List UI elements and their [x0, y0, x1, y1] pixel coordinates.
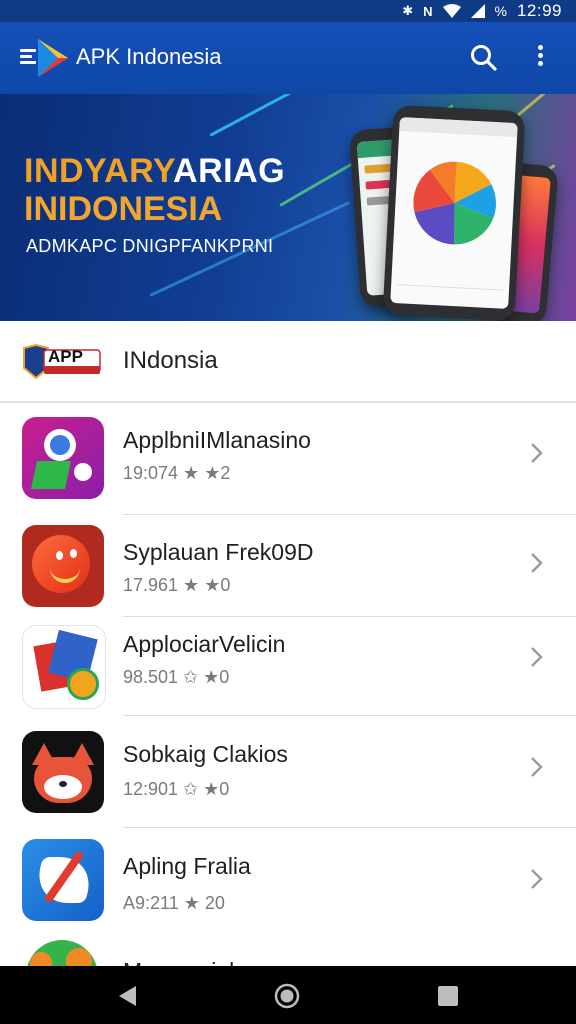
app-name: ApplbniIMlanasino	[123, 427, 311, 453]
red-smiley-app-icon	[22, 525, 104, 607]
signal-icon	[470, 4, 485, 18]
status-bar: ✱ N % 12:99	[0, 0, 576, 22]
list-item[interactable]: ApplociarVelicin 98.501 ✩ ★0	[0, 617, 576, 729]
app-name: Apling Fralia	[123, 853, 251, 879]
red-blue-app-icon	[22, 625, 106, 709]
status-icons: ✱ N % 12:99	[402, 0, 562, 22]
divider	[123, 715, 576, 716]
nfc-icon: N	[423, 3, 433, 19]
blue-brush-app-icon	[22, 839, 104, 921]
list-item[interactable]: Sobkaig Clakios 12:901 ✩ ★0	[0, 717, 576, 829]
app-meta: 17.961 ★ ★0	[123, 575, 231, 595]
phone-illustration	[382, 104, 526, 321]
home-icon[interactable]	[274, 983, 300, 1009]
back-icon[interactable]	[116, 984, 138, 1008]
recent-apps-icon[interactable]	[438, 986, 458, 1006]
app-meta: A9:211 ★ 20	[123, 893, 225, 913]
chevron-right-icon	[531, 869, 543, 889]
chevron-right-icon	[531, 443, 543, 463]
app-name: Sobkaig Clakios	[123, 741, 288, 767]
app-title: APK Indonesia	[76, 44, 222, 69]
app-name: Syplauan Frek09D	[123, 539, 314, 565]
light-streak	[209, 94, 352, 137]
fox-app-icon	[22, 731, 104, 813]
divider	[123, 827, 576, 828]
category-header[interactable]: APP INdonsia	[0, 321, 576, 403]
app-meta: 19:074 ★ ★2	[123, 463, 231, 483]
category-title: INdonsia	[123, 347, 218, 374]
system-nav-bar	[0, 966, 576, 1024]
chevron-right-icon	[531, 647, 543, 667]
battery-icon: %	[494, 3, 507, 19]
pie-graphic-icon	[413, 161, 496, 245]
pink-map-app-icon	[22, 417, 104, 499]
list-item[interactable]: Mameaciak	[0, 930, 576, 966]
more-vert-icon[interactable]	[528, 42, 552, 74]
play-logo-icon	[38, 39, 68, 77]
list-item[interactable]: ApplbniIMlanasino 19:074 ★ ★2	[0, 403, 576, 515]
app-meta: 12:901 ✩ ★0	[123, 779, 230, 799]
wifi-icon	[442, 4, 461, 18]
green-gear-app-icon	[22, 934, 104, 966]
list-item[interactable]: Apling Fralia A9:211 ★ 20	[0, 829, 576, 941]
bluetooth-icon: ✱	[402, 3, 414, 18]
chevron-right-icon	[531, 553, 543, 573]
app-meta: 98.501 ✩ ★0	[123, 667, 230, 687]
banner-subheadline: INIDONESIA	[24, 190, 223, 228]
chevron-right-icon	[531, 757, 543, 777]
app-bar: APK Indonesia	[0, 22, 576, 94]
list-item[interactable]: Syplauan Frek09D 17.961 ★ ★0	[0, 515, 576, 627]
status-time: 12:99	[516, 1, 562, 20]
app-name: ApplociarVelicin	[123, 631, 286, 657]
search-icon[interactable]	[468, 42, 500, 74]
app-name: Mameaciak	[123, 958, 241, 966]
banner-tagline: ADMKAPC DNIGPFANKPRNI	[26, 236, 274, 256]
app-badge-text: APP	[48, 347, 83, 366]
promo-banner[interactable]: INDYARYARIAG INIDONESIA ADMKAPC DNIGPFAN…	[0, 94, 576, 321]
banner-headline: INDYARYARIAG	[24, 152, 286, 190]
